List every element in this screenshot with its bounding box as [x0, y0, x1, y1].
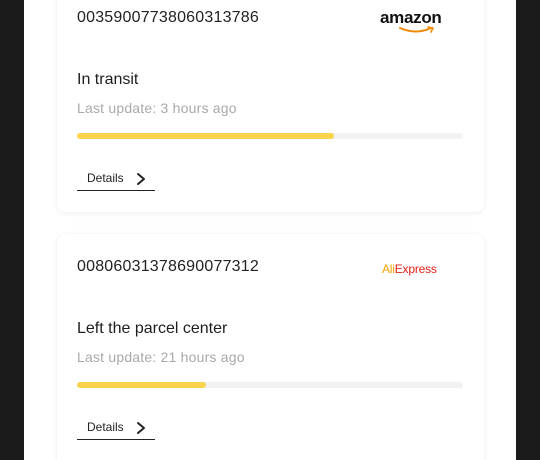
carrier-logo-text: amazon: [380, 8, 442, 27]
shipment-status: In transit: [77, 71, 139, 88]
tracking-number: 00359007738060313786: [77, 9, 259, 26]
last-update: Last update: 3 hours ago: [77, 100, 237, 116]
shipment-card[interactable]: 00806031378690077312 AliExpress Left the…: [57, 234, 484, 460]
progress-bar-fill: [77, 382, 207, 388]
details-link[interactable]: Details: [77, 419, 155, 440]
shipments-list: 00359007738060313786 amazon In transit L…: [24, 0, 516, 460]
amazon-smile-icon: [399, 26, 434, 33]
chevron-right-icon: [137, 173, 145, 185]
chevron-right-icon: [137, 422, 145, 434]
details-link[interactable]: Details: [77, 170, 155, 191]
carrier-logo-text: AliExpress: [382, 262, 437, 276]
tracking-number: 00806031378690077312: [77, 258, 259, 275]
progress-bar: [77, 382, 463, 388]
shipment-status: Left the parcel center: [77, 320, 228, 337]
last-update: Last update: 21 hours ago: [77, 349, 245, 365]
progress-bar-fill: [77, 133, 334, 139]
shipment-card[interactable]: 00359007738060313786 amazon In transit L…: [57, 0, 484, 212]
carrier-logo-aliexpress: AliExpress: [382, 262, 452, 278]
progress-bar: [77, 133, 463, 139]
details-label: Details: [87, 420, 124, 434]
carrier-logo-amazon: amazon: [380, 8, 446, 36]
details-label: Details: [87, 171, 124, 185]
